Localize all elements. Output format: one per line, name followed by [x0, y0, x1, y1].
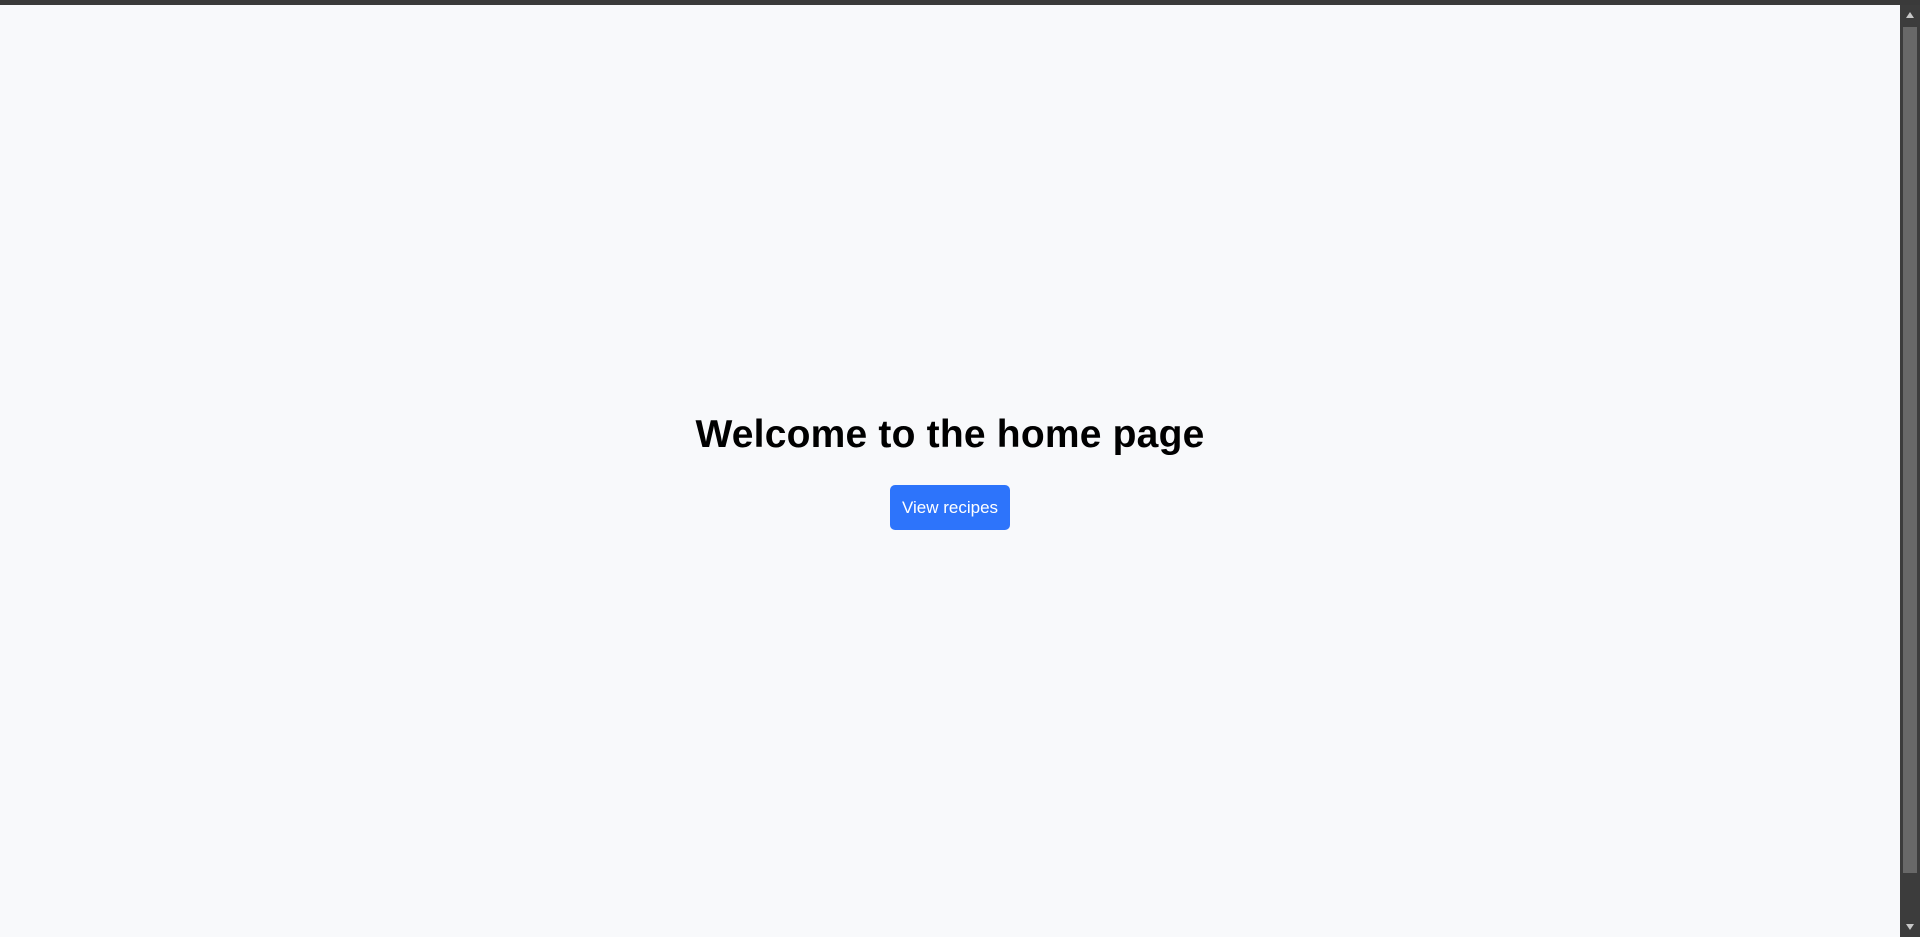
- scrollbar-thumb[interactable]: [1903, 27, 1917, 873]
- scroll-down-button[interactable]: [1900, 917, 1920, 937]
- triangle-down-icon: [1906, 924, 1914, 930]
- home-page: Welcome to the home page View recipes: [0, 5, 1900, 937]
- vertical-scrollbar[interactable]: [1900, 5, 1920, 937]
- triangle-up-icon: [1906, 12, 1914, 18]
- hero-section: Welcome to the home page View recipes: [0, 5, 1900, 937]
- scroll-up-button[interactable]: [1900, 5, 1920, 25]
- view-recipes-button[interactable]: View recipes: [889, 485, 1011, 530]
- page-title: Welcome to the home page: [695, 413, 1205, 456]
